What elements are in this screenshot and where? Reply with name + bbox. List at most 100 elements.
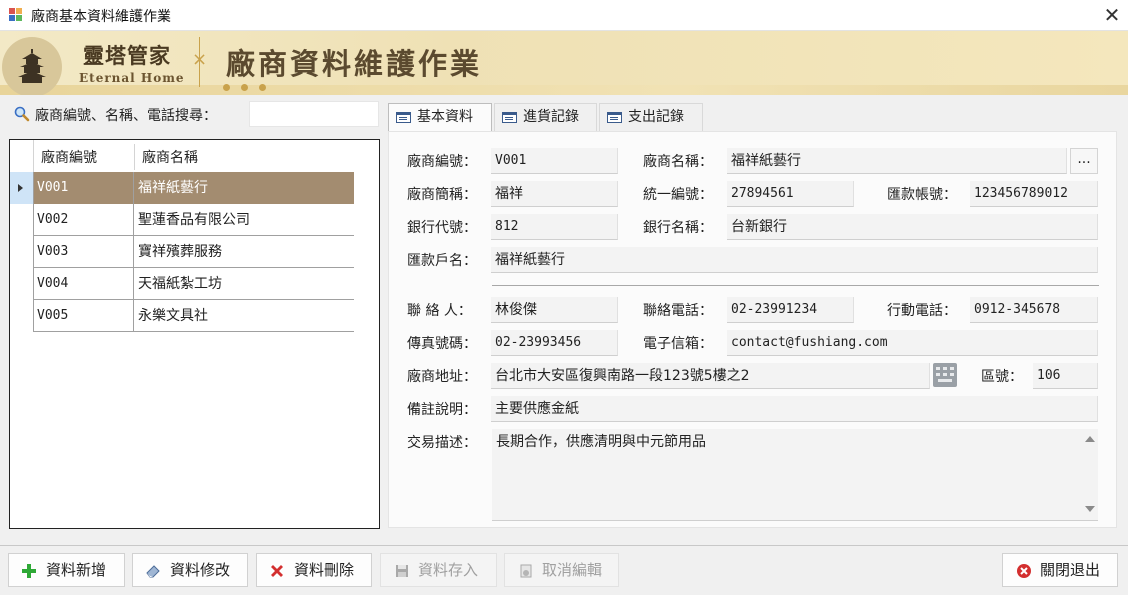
tab-label: 支出記錄 xyxy=(628,109,684,125)
cell-vendor-id[interactable]: V004 xyxy=(34,268,134,300)
close-exit-button[interactable]: 關閉退出 xyxy=(1002,553,1118,587)
memo-scrollbar[interactable] xyxy=(1081,429,1098,519)
contact-label: 聯 絡 人： xyxy=(407,303,472,319)
grid-header: 廠商編號 廠商名稱 xyxy=(10,140,379,172)
table-row[interactable]: V001 福祥紙藝行 xyxy=(10,172,354,204)
remit-holder-field[interactable]: 福祥紙藝行 xyxy=(491,247,1098,273)
transaction-textarea[interactable]: 長期合作，供應清明與中元節用品 xyxy=(492,429,1098,521)
magnifier-icon xyxy=(14,106,30,122)
banner-cross-icon: × xyxy=(192,49,208,70)
row-header[interactable] xyxy=(10,236,34,268)
title-bar: 廠商基本資料維護作業 ✕ xyxy=(0,0,1128,31)
add-button[interactable]: 資料新增 xyxy=(8,553,125,587)
banner-title: 廠商資料維護作業 xyxy=(226,47,483,81)
bank-code-field[interactable]: 812 xyxy=(491,214,618,240)
vendor-name-label: 廠商名稱： xyxy=(643,154,713,170)
cancel-doc-icon xyxy=(520,564,532,578)
short-name-label: 廠商簡稱： xyxy=(407,187,477,203)
short-name-field[interactable]: 福祥 xyxy=(491,181,618,207)
cell-vendor-name[interactable]: 聖蓮香品有限公司 xyxy=(134,204,354,236)
zip-field[interactable]: 106 xyxy=(1033,363,1098,389)
tax-id-field[interactable]: 27894561 xyxy=(727,181,854,207)
fax-field[interactable]: 02-23993456 xyxy=(491,330,618,356)
remit-account-field[interactable]: 123456789012 xyxy=(970,181,1098,207)
address-field[interactable]: 台北市大安區復興南路一段123號5樓之2 xyxy=(491,363,930,389)
tab-label: 進貨記錄 xyxy=(523,109,579,125)
brand-name: 靈塔管家 xyxy=(83,43,171,68)
tax-id-label: 統一編號： xyxy=(643,187,713,203)
section-divider xyxy=(492,285,1099,286)
contact-field[interactable]: 林俊傑 xyxy=(491,297,618,323)
transaction-label: 交易描述： xyxy=(407,435,477,451)
cell-vendor-id[interactable]: V005 xyxy=(34,300,134,332)
cell-vendor-name[interactable]: 天福紙紮工坊 xyxy=(134,268,354,300)
delete-x-icon xyxy=(271,565,283,577)
form-icon xyxy=(607,112,622,123)
edit-button[interactable]: 資料修改 xyxy=(132,553,248,587)
form-icon xyxy=(396,112,411,123)
window-title: 廠商基本資料維護作業 xyxy=(31,9,171,25)
current-row-arrow-icon xyxy=(18,184,23,192)
phone-field[interactable]: 02-23991234 xyxy=(727,297,854,323)
cell-vendor-id[interactable]: V001 xyxy=(34,172,134,204)
keypad-icon[interactable] xyxy=(933,363,957,387)
vendor-grid[interactable]: 廠商編號 廠商名稱 V001 福祥紙藝行 V002 聖蓮香品有限公司 V003 … xyxy=(9,139,380,529)
transaction-text: 長期合作，供應清明與中元節用品 xyxy=(496,434,706,450)
row-header[interactable] xyxy=(10,268,34,300)
email-field[interactable]: contact@fushiang.com xyxy=(727,330,1098,356)
row-header[interactable] xyxy=(10,300,34,332)
mobile-label: 行動電話： xyxy=(887,303,957,319)
phone-label: 聯絡電話： xyxy=(643,303,713,319)
banner-dots xyxy=(223,79,277,95)
app-icon xyxy=(9,8,23,22)
browse-button[interactable]: ... xyxy=(1070,148,1098,174)
table-row[interactable]: V002 聖蓮香品有限公司 xyxy=(10,204,354,236)
vendor-id-label: 廠商編號： xyxy=(407,154,477,170)
table-row[interactable]: V004 天福紙紮工坊 xyxy=(10,268,354,300)
tab-purchase-records[interactable]: 進貨記錄 xyxy=(494,103,597,132)
search-label: 廠商編號、名稱、電話搜尋： xyxy=(35,108,217,124)
close-circle-icon xyxy=(1017,564,1031,578)
scroll-down-arrow-icon[interactable] xyxy=(1085,506,1095,512)
remark-label: 備註說明： xyxy=(407,402,477,418)
zip-label: 區號： xyxy=(981,369,1023,385)
table-row[interactable]: V003 寶祥殯葬服務 xyxy=(10,236,354,268)
cell-vendor-name[interactable]: 永樂文具社 xyxy=(134,300,354,332)
eraser-icon xyxy=(146,565,160,578)
bank-name-field[interactable]: 台新銀行 xyxy=(727,214,1098,240)
cancel-edit-button[interactable]: 取消編輯 xyxy=(504,553,619,587)
cell-vendor-id[interactable]: V003 xyxy=(34,236,134,268)
vendor-name-field[interactable]: 福祥紙藝行 xyxy=(727,148,1067,174)
address-label: 廠商地址： xyxy=(407,369,477,385)
cell-vendor-id[interactable]: V002 xyxy=(34,204,134,236)
cell-vendor-name[interactable]: 福祥紙藝行 xyxy=(134,172,354,204)
tab-label: 基本資料 xyxy=(417,109,473,125)
tab-expense-records[interactable]: 支出記錄 xyxy=(599,103,703,132)
column-header-vendor-id[interactable]: 廠商編號 xyxy=(41,147,97,167)
fax-label: 傳真號碼： xyxy=(407,336,477,352)
table-row[interactable]: V005 永樂文具社 xyxy=(10,300,354,332)
email-label: 電子信箱： xyxy=(643,336,713,352)
remark-field[interactable]: 主要供應金紙 xyxy=(491,396,1098,422)
bank-code-label: 銀行代號： xyxy=(407,220,477,236)
tab-basic-info[interactable]: 基本資料 xyxy=(388,103,492,132)
column-header-vendor-name[interactable]: 廠商名稱 xyxy=(142,147,198,167)
cell-vendor-name[interactable]: 寶祥殯葬服務 xyxy=(134,236,354,268)
bank-name-label: 銀行名稱： xyxy=(643,220,713,236)
scroll-up-arrow-icon[interactable] xyxy=(1085,436,1095,442)
brand-english-name: Eternal Home xyxy=(79,71,185,85)
row-header[interactable] xyxy=(10,172,34,204)
form-icon xyxy=(502,112,517,123)
delete-button[interactable]: 資料刪除 xyxy=(256,553,372,587)
mobile-field[interactable]: 0912-345678 xyxy=(970,297,1098,323)
vendor-id-field[interactable]: V001 xyxy=(491,148,618,174)
search-input[interactable] xyxy=(249,101,379,127)
window-close-button[interactable]: ✕ xyxy=(1098,2,1126,28)
row-header[interactable] xyxy=(10,204,34,236)
footer-divider xyxy=(0,545,1128,546)
header-banner: 靈塔管家 Eternal Home × 廠商資料維護作業 xyxy=(0,31,1128,95)
remit-holder-label: 匯款戶名： xyxy=(407,253,477,269)
pagoda-logo-icon xyxy=(2,37,62,95)
save-button[interactable]: 資料存入 xyxy=(380,553,497,587)
floppy-disk-icon xyxy=(396,565,408,577)
